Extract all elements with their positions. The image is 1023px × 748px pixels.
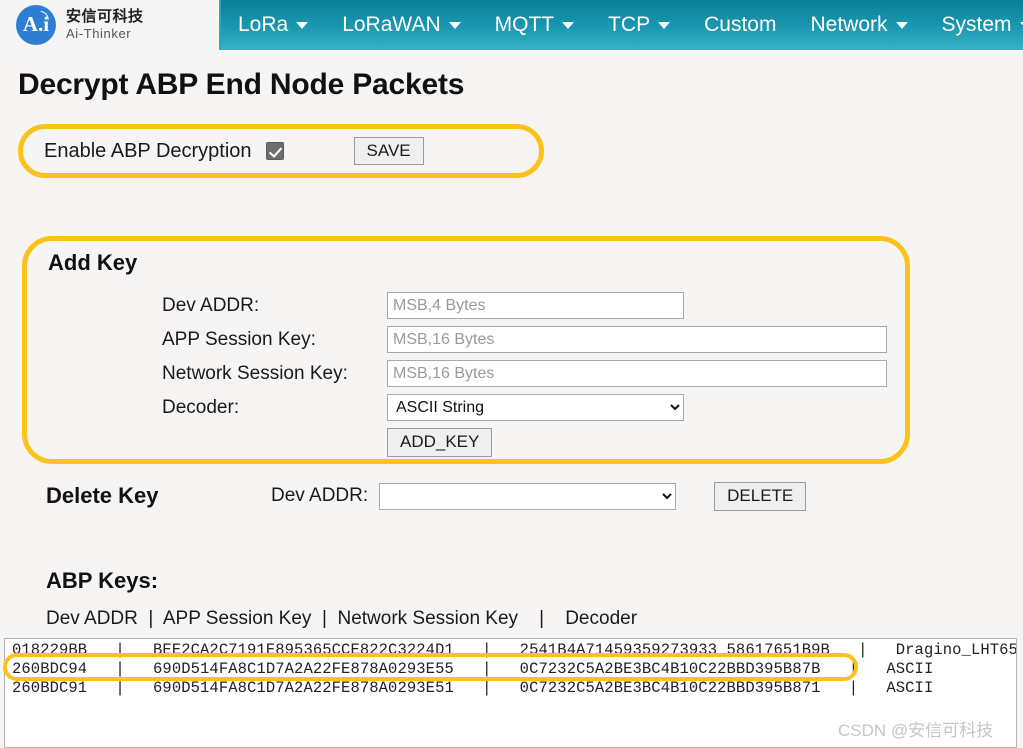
- chevron-down-icon: [896, 22, 908, 29]
- dev-addr-input[interactable]: [387, 292, 684, 319]
- chevron-down-icon: [658, 22, 670, 29]
- abp-keys-title: ABP Keys:: [46, 568, 158, 594]
- nav-item-custom[interactable]: Custom: [687, 0, 793, 50]
- nav-item-tcp[interactable]: TCP: [591, 0, 687, 50]
- delete-key-dev-addr-label: Dev ADDR:: [271, 485, 368, 507]
- ai-thinker-logo-icon: A.i: [16, 5, 56, 45]
- save-button[interactable]: SAVE: [354, 137, 424, 166]
- brand-logo[interactable]: A.i 安信可科技 Ai-Thinker: [0, 0, 221, 50]
- nav-item-label: Network: [810, 13, 887, 37]
- nav-item-label: LoRaWAN: [342, 13, 440, 37]
- top-navigation-bar: A.i 安信可科技 Ai-Thinker LoRa LoRaWAN MQTT T…: [0, 0, 1023, 50]
- enable-abp-decryption-row: Enable ABP Decryption SAVE: [22, 128, 540, 174]
- nav-item-network[interactable]: Network: [793, 0, 924, 50]
- delete-key-row: Delete Key Dev ADDR: DELETE: [0, 482, 1023, 511]
- nav-item-system[interactable]: System: [925, 0, 1023, 50]
- brand-text: 安信可科技 Ai-Thinker: [66, 9, 144, 40]
- add-key-panel: Add Key Dev ADDR: APP Session Key: Netwo…: [22, 236, 910, 464]
- table-row: 260BDC91 | 690D514FA8C1D7A2A22FE878A0293…: [5, 679, 1016, 698]
- page-title: Decrypt ABP End Node Packets: [18, 68, 464, 102]
- app-session-key-row: APP Session Key:: [22, 326, 910, 353]
- nav-item-label: Custom: [704, 13, 776, 37]
- logo-monogram: A.i: [16, 5, 56, 45]
- add-key-title: Add Key: [48, 250, 137, 276]
- chevron-down-icon: [1020, 22, 1023, 29]
- app-session-key-input[interactable]: [387, 326, 887, 353]
- brand-name-cn: 安信可科技: [66, 9, 144, 25]
- add-key-button[interactable]: ADD_KEY: [387, 428, 492, 457]
- nav-item-label: MQTT: [495, 13, 554, 37]
- watermark-text: CSDN @安信可科技: [838, 716, 993, 741]
- decoder-select[interactable]: ASCII String: [387, 394, 684, 421]
- delete-key-dev-addr-select[interactable]: [379, 483, 676, 510]
- dev-addr-label: Dev ADDR:: [22, 295, 387, 317]
- enable-abp-decryption-label: Enable ABP Decryption: [44, 140, 252, 163]
- nav-item-lora[interactable]: LoRa: [221, 0, 325, 50]
- decoder-label: Decoder:: [22, 397, 387, 419]
- nav-item-mqtt[interactable]: MQTT: [478, 0, 591, 50]
- nav-item-label: LoRa: [238, 13, 288, 37]
- decoder-row: Decoder: ASCII String: [22, 394, 910, 421]
- add-key-button-row: ADD_KEY: [22, 428, 910, 457]
- nav-item-label: System: [942, 13, 1012, 37]
- brand-name-en: Ai-Thinker: [66, 27, 144, 41]
- table-row: 018229BB | BEE2CA2C7191E895365CCE822C322…: [5, 641, 1016, 660]
- nav-item-label: TCP: [608, 13, 650, 37]
- chevron-down-icon: [296, 22, 308, 29]
- table-row: 260BDC94 | 690D514FA8C1D7A2A22FE878A0293…: [5, 660, 1016, 679]
- nav-item-lorawan[interactable]: LoRaWAN: [325, 0, 477, 50]
- network-session-key-label: Network Session Key:: [22, 363, 387, 385]
- dev-addr-row: Dev ADDR:: [22, 292, 910, 319]
- abp-keys-column-header: Dev ADDR | APP Session Key | Network Ses…: [46, 608, 637, 630]
- network-session-key-row: Network Session Key:: [22, 360, 910, 387]
- page-content: Decrypt ABP End Node Packets Enable ABP …: [0, 50, 1023, 701]
- delete-button[interactable]: DELETE: [714, 482, 806, 511]
- enable-abp-decryption-checkbox[interactable]: [266, 142, 284, 160]
- app-session-key-label: APP Session Key:: [22, 329, 387, 351]
- delete-key-title: Delete Key: [46, 483, 271, 509]
- chevron-down-icon: [449, 22, 461, 29]
- chevron-down-icon: [562, 22, 574, 29]
- network-session-key-input[interactable]: [387, 360, 887, 387]
